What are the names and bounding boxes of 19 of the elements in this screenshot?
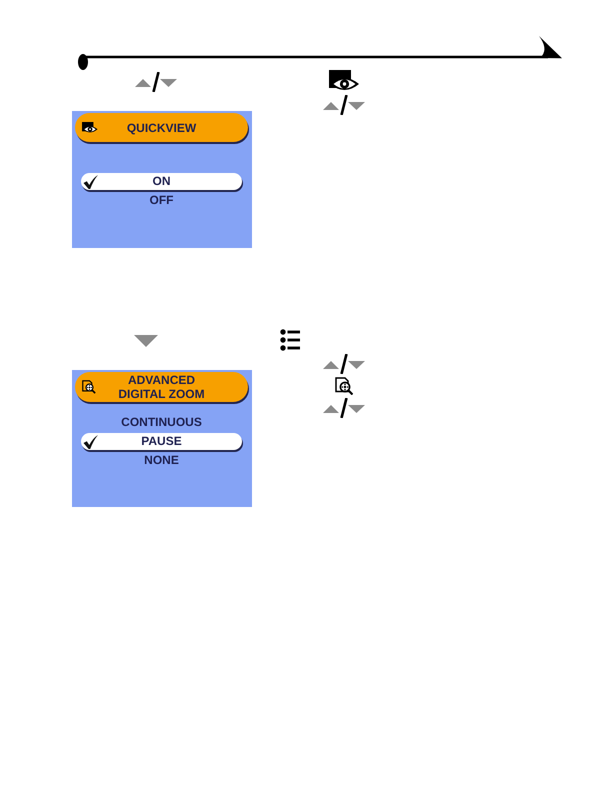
eye-icon [328,70,360,92]
up-down-arrows-icon [322,398,366,418]
down-triangle-icon [134,335,158,347]
magnifier-page-icon [335,377,353,395]
menu-option[interactable]: NONE [81,452,242,469]
screen-title: QUICKVIEW [126,120,196,134]
up-down-arrows-icon [322,354,366,374]
list-icon [280,329,300,351]
magnifier-page-icon [82,380,96,394]
menu-option[interactable]: ON [81,173,242,190]
eye-icon [82,122,98,134]
check-icon [83,434,98,448]
check-icon [83,174,98,188]
menu-option[interactable]: OFF [81,192,242,209]
menu-option[interactable]: PAUSE [81,433,242,450]
up-down-arrows-icon [322,95,366,115]
screen-title: ADVANCED DIGITAL ZOOM [118,373,205,401]
up-down-arrows-icon [134,72,178,92]
menu-option[interactable]: CONTINUOUS [81,414,242,431]
